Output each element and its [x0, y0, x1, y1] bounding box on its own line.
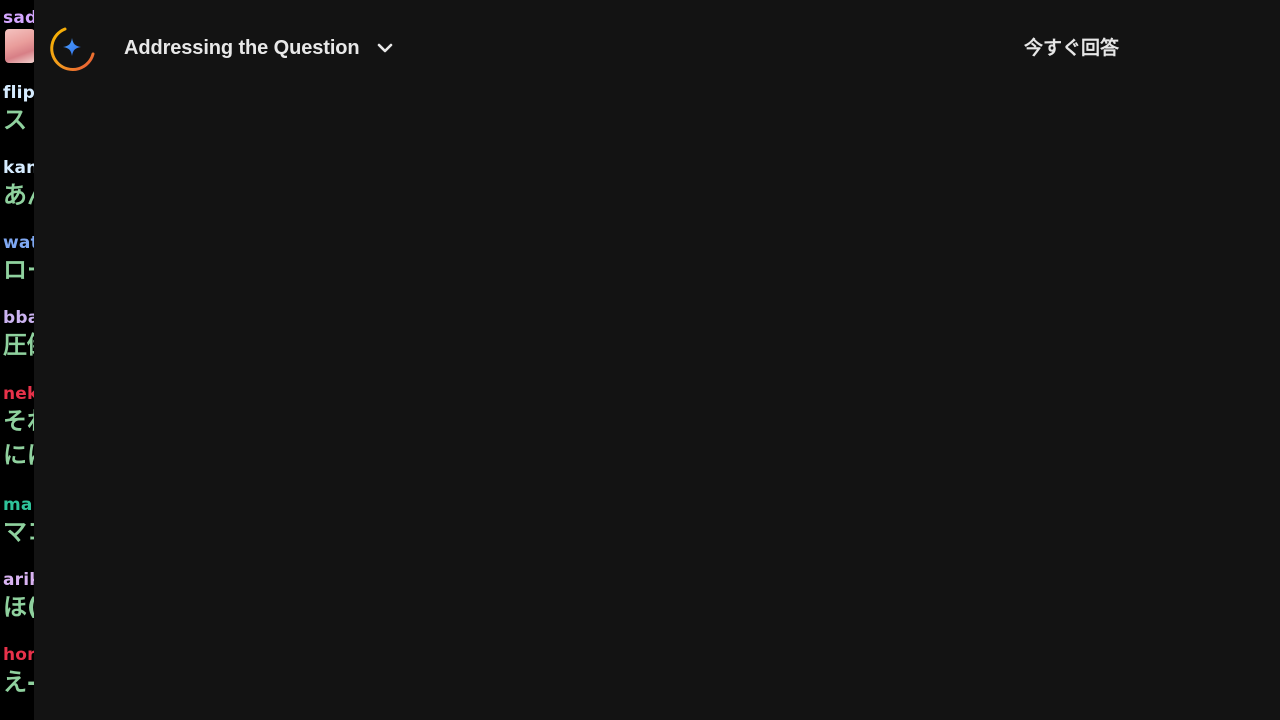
- chat-message: nek それ にほ: [3, 384, 34, 472]
- chat-username: kan: [3, 158, 34, 178]
- chat-text: ス: [3, 106, 27, 134]
- answer-now-button[interactable]: 今すぐ回答: [1024, 35, 1119, 61]
- chat-text: それ: [3, 407, 34, 435]
- page-title[interactable]: Addressing the Question: [124, 35, 360, 61]
- header: Addressing the Question 今すぐ回答: [34, 0, 1280, 96]
- chat-username: arik: [3, 570, 34, 590]
- chat-message: kan あん: [3, 158, 34, 212]
- chat-text: あん: [3, 181, 34, 209]
- chat-username: ma: [3, 495, 33, 515]
- screen: sadc flip ス kan あん wat ロー bba 圧倒 nek それ …: [0, 0, 1280, 720]
- avatar: [5, 29, 34, 63]
- chat-username: bba: [3, 308, 34, 328]
- chat-panel: sadc flip ス kan あん wat ロー bba 圧倒 nek それ …: [0, 0, 34, 720]
- chat-username: nek: [3, 384, 34, 404]
- chat-username: flip: [3, 83, 34, 103]
- chat-message: ma マコ: [3, 495, 34, 549]
- chat-text: 圧倒: [3, 331, 34, 359]
- chat-username: sadc: [3, 8, 34, 28]
- chat-text: ほ(: [3, 593, 34, 621]
- chat-message: hor え-: [3, 645, 34, 699]
- chat-username: hor: [3, 645, 34, 665]
- chat-message: wat ロー: [3, 233, 34, 287]
- chat-text: ロー: [3, 256, 34, 284]
- chat-message: sadc: [3, 8, 34, 63]
- chat-text: え-: [3, 668, 34, 696]
- chat-text: にほ: [3, 441, 34, 469]
- chat-message: flip ス: [3, 83, 34, 137]
- chevron-down-icon[interactable]: [375, 38, 395, 58]
- gemini-spark-icon: [50, 27, 95, 71]
- main-panel: Addressing the Question 今すぐ回答: [34, 0, 1280, 720]
- chat-username: wat: [3, 233, 34, 253]
- chat-text: マコ: [3, 518, 34, 546]
- chat-message: arik ほ(: [3, 570, 34, 624]
- chat-message: bba 圧倒: [3, 308, 34, 362]
